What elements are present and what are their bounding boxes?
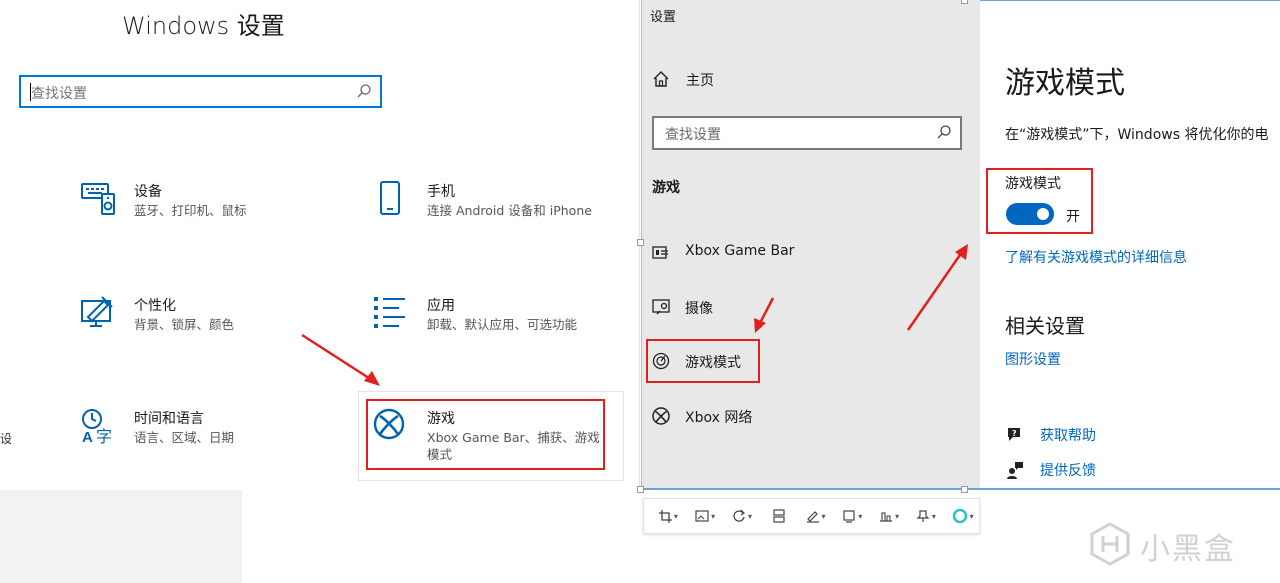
nav-item-label: Xbox Game Bar bbox=[685, 243, 795, 259]
annotate-tool[interactable]: ▾ bbox=[799, 503, 832, 529]
tile-description: 背景、锁屏、颜色 bbox=[134, 317, 235, 332]
feedback-icon bbox=[1005, 461, 1025, 479]
tile-phone[interactable]: 手机 连接 Android 设备和 iPhone bbox=[373, 181, 633, 261]
search-input[interactable]: 查找设置 bbox=[652, 116, 962, 150]
cropped-label: 设 bbox=[0, 432, 13, 446]
tile-title: 时间和语言 bbox=[134, 411, 204, 427]
search-input[interactable]: 查找设置 bbox=[19, 75, 382, 108]
chevron-down-icon: ▾ bbox=[673, 511, 678, 521]
chevron-down-icon: ▾ bbox=[747, 511, 752, 521]
tile-personalization[interactable]: 个性化 背景、锁屏、颜色 bbox=[80, 295, 340, 375]
resize-handle[interactable] bbox=[637, 486, 644, 493]
tile-devices[interactable]: 设备 蓝牙、打印机、鼠标 bbox=[80, 181, 340, 261]
search-placeholder: 查找设置 bbox=[31, 86, 87, 102]
capture-icon bbox=[651, 297, 671, 317]
toggle-label: 游戏模式 bbox=[1005, 176, 1061, 192]
crop-tool[interactable]: ▾ bbox=[652, 503, 685, 529]
window-title: 设置 bbox=[650, 10, 677, 25]
tile-time-language[interactable]: A字 时间和语言 语言、区域、日期 bbox=[80, 408, 340, 488]
phone-icon bbox=[373, 181, 409, 217]
xbox-icon bbox=[651, 406, 671, 426]
window-title: Windows 设置 bbox=[122, 12, 285, 40]
search-icon[interactable] bbox=[936, 124, 952, 144]
chevron-down-icon: ▾ bbox=[931, 511, 936, 521]
pin-tool[interactable]: ▾ bbox=[909, 503, 942, 529]
highlight-box-game-mode bbox=[646, 339, 760, 383]
tile-title: 手机 bbox=[427, 184, 455, 200]
background-area bbox=[0, 490, 242, 583]
align-tool[interactable]: ▾ bbox=[873, 503, 906, 529]
related-settings-heading: 相关设置 bbox=[1005, 314, 1085, 338]
svg-text:?: ? bbox=[1012, 429, 1017, 438]
apps-list-icon bbox=[373, 295, 409, 331]
feedback-label: 提供反馈 bbox=[1040, 463, 1096, 479]
nav-item-xbox-network[interactable]: Xbox 网络 bbox=[651, 402, 951, 432]
tile-title: 设备 bbox=[134, 184, 162, 200]
color-tool[interactable]: ▾ bbox=[946, 503, 979, 529]
flip-tool[interactable] bbox=[762, 503, 795, 529]
help-chat-icon: ? bbox=[1005, 426, 1025, 444]
chevron-down-icon: ▾ bbox=[711, 511, 716, 521]
nav-home-label: 主页 bbox=[686, 73, 714, 89]
home-icon bbox=[652, 70, 670, 92]
tile-apps[interactable]: 应用 卸载、默认应用、可选功能 bbox=[373, 295, 633, 375]
paint-monitor-icon bbox=[80, 295, 116, 331]
chevron-down-icon: ▾ bbox=[895, 511, 900, 521]
svg-text:A: A bbox=[82, 429, 93, 444]
toggle-knob bbox=[1037, 208, 1049, 220]
tile-description: 语言、区域、日期 bbox=[134, 430, 235, 445]
snip-toolbar: ▾ ▾ ▾ ▾ ▾ ▾ ▾ ▾ bbox=[643, 498, 980, 534]
keyboard-speaker-icon bbox=[80, 181, 116, 217]
frame-tool[interactable]: ▾ bbox=[836, 503, 869, 529]
resize-handle[interactable] bbox=[961, 0, 968, 4]
tile-title: 个性化 bbox=[134, 298, 176, 314]
watermark-text: 小黑盒 bbox=[1140, 532, 1236, 567]
learn-more-link[interactable]: 了解有关游戏模式的详细信息 bbox=[1005, 247, 1187, 267]
chevron-down-icon: ▾ bbox=[821, 511, 826, 521]
watermark-logo-icon bbox=[1088, 522, 1132, 570]
tile-description: 连接 Android 设备和 iPhone bbox=[427, 203, 592, 218]
nav-item-label: 摄像 bbox=[685, 301, 713, 317]
page-title: 游戏模式 bbox=[1005, 66, 1125, 101]
resize-handle[interactable] bbox=[961, 486, 968, 493]
nav-item-game-bar[interactable]: Xbox Game Bar bbox=[651, 238, 951, 268]
search-placeholder: 查找设置 bbox=[665, 127, 721, 143]
tile-title: 应用 bbox=[427, 298, 455, 314]
nav-item-label: Xbox 网络 bbox=[685, 410, 753, 426]
time-language-icon: A字 bbox=[80, 408, 116, 446]
page-description: 在“游戏模式”下，Windows 将优化你的电 bbox=[1005, 127, 1269, 143]
game-bar-icon bbox=[651, 242, 671, 262]
highlight-box-gaming bbox=[366, 399, 605, 470]
nav-item-captures[interactable]: 摄像 bbox=[651, 293, 951, 323]
resize-handle[interactable] bbox=[637, 239, 644, 246]
graphics-settings-link[interactable]: 图形设置 bbox=[1005, 349, 1061, 369]
rotate-tool[interactable]: ▾ bbox=[726, 503, 759, 529]
get-help-label: 获取帮助 bbox=[1040, 428, 1096, 444]
tile-description: 蓝牙、打印机、鼠标 bbox=[134, 203, 247, 218]
toggle-state-label: 开 bbox=[1066, 209, 1080, 225]
chevron-down-icon: ▾ bbox=[858, 511, 863, 521]
search-icon[interactable] bbox=[356, 83, 372, 103]
svg-text:字: 字 bbox=[96, 427, 112, 444]
image-tool[interactable]: ▾ bbox=[689, 503, 722, 529]
chevron-down-icon: ▾ bbox=[969, 511, 974, 521]
tile-description: 卸载、默认应用、可选功能 bbox=[427, 317, 578, 332]
nav-section-heading: 游戏 bbox=[652, 180, 680, 196]
game-mode-toggle[interactable] bbox=[1006, 203, 1054, 225]
